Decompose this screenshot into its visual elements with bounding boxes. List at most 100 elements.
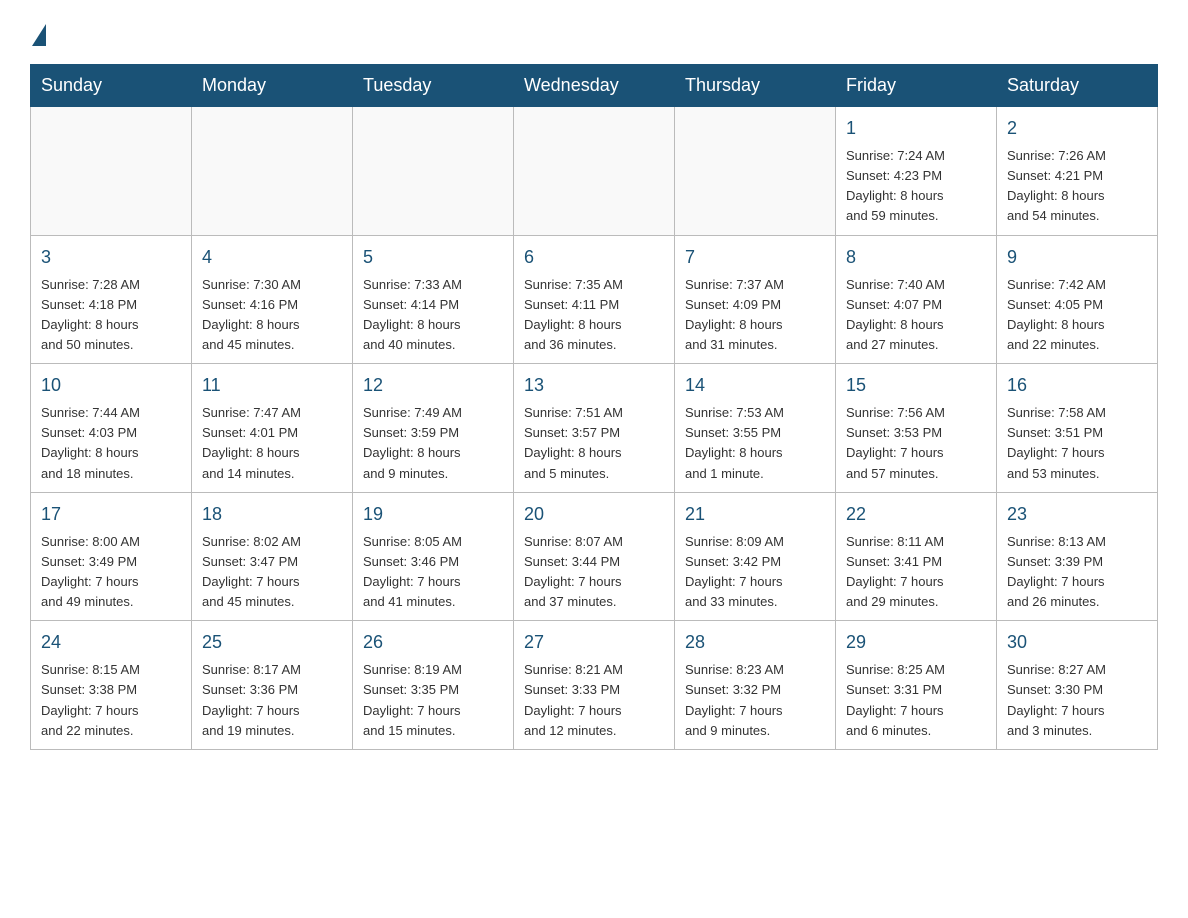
day-number: 11	[202, 372, 342, 399]
weekday-header-friday: Friday	[836, 65, 997, 107]
day-info: Sunrise: 8:15 AMSunset: 3:38 PMDaylight:…	[41, 660, 181, 741]
calendar-cell: 30 Sunrise: 8:27 AMSunset: 3:30 PMDayligh…	[997, 621, 1158, 750]
calendar-cell: 14 Sunrise: 7:53 AMSunset: 3:55 PMDayligh…	[675, 364, 836, 493]
calendar-cell: 12Sunrise: 7:49 AMSunset: 3:59 PMDayligh…	[353, 364, 514, 493]
calendar-cell: 13 Sunrise: 7:51 AMSunset: 3:57 PMDayligh…	[514, 364, 675, 493]
calendar-cell: 26Sunrise: 8:19 AMSunset: 3:35 PMDayligh…	[353, 621, 514, 750]
weekday-header-sunday: Sunday	[31, 65, 192, 107]
calendar-cell: 9Sunrise: 7:42 AMSunset: 4:05 PMDaylight…	[997, 235, 1158, 364]
day-number: 28	[685, 629, 825, 656]
day-info: Sunrise: 7:47 AMSunset: 4:01 PMDaylight:…	[202, 403, 342, 484]
day-info: Sunrise: 7:53 AMSunset: 3:55 PMDaylight:…	[685, 403, 825, 484]
calendar-week-row: 17 Sunrise: 8:00 AMSunset: 3:49 PMDayligh…	[31, 492, 1158, 621]
day-number: 4	[202, 244, 342, 271]
day-number: 19	[363, 501, 503, 528]
logo-triangle-icon	[32, 24, 46, 46]
calendar-cell: 6 Sunrise: 7:35 AMSunset: 4:11 PMDaylight…	[514, 235, 675, 364]
calendar-week-row: 10 Sunrise: 7:44 AMSunset: 4:03 PMDayligh…	[31, 364, 1158, 493]
calendar-cell: 8Sunrise: 7:40 AMSunset: 4:07 PMDaylight…	[836, 235, 997, 364]
day-info: Sunrise: 7:24 AMSunset: 4:23 PMDaylight:…	[846, 146, 986, 227]
calendar-cell: 23 Sunrise: 8:13 AMSunset: 3:39 PMDayligh…	[997, 492, 1158, 621]
calendar-cell: 25 Sunrise: 8:17 AMSunset: 3:36 PMDayligh…	[192, 621, 353, 750]
calendar-cell: 2 Sunrise: 7:26 AMSunset: 4:21 PMDaylight…	[997, 107, 1158, 236]
day-info: Sunrise: 8:17 AMSunset: 3:36 PMDaylight:…	[202, 660, 342, 741]
day-number: 8	[846, 244, 986, 271]
day-number: 25	[202, 629, 342, 656]
day-info: Sunrise: 7:56 AMSunset: 3:53 PMDaylight:…	[846, 403, 986, 484]
calendar-cell: 11 Sunrise: 7:47 AMSunset: 4:01 PMDayligh…	[192, 364, 353, 493]
day-info: Sunrise: 7:58 AMSunset: 3:51 PMDaylight:…	[1007, 403, 1147, 484]
day-info: Sunrise: 8:00 AMSunset: 3:49 PMDaylight:…	[41, 532, 181, 613]
calendar-cell: 15Sunrise: 7:56 AMSunset: 3:53 PMDayligh…	[836, 364, 997, 493]
day-number: 16	[1007, 372, 1147, 399]
day-number: 21	[685, 501, 825, 528]
day-number: 2	[1007, 115, 1147, 142]
calendar-cell: 22Sunrise: 8:11 AMSunset: 3:41 PMDayligh…	[836, 492, 997, 621]
calendar-cell: 27Sunrise: 8:21 AMSunset: 3:33 PMDayligh…	[514, 621, 675, 750]
day-number: 5	[363, 244, 503, 271]
calendar-cell: 10 Sunrise: 7:44 AMSunset: 4:03 PMDayligh…	[31, 364, 192, 493]
calendar-week-row: 1 Sunrise: 7:24 AMSunset: 4:23 PMDaylight…	[31, 107, 1158, 236]
day-number: 13	[524, 372, 664, 399]
calendar-table: SundayMondayTuesdayWednesdayThursdayFrid…	[30, 64, 1158, 750]
day-info: Sunrise: 8:07 AMSunset: 3:44 PMDaylight:…	[524, 532, 664, 613]
calendar-cell: 5 Sunrise: 7:33 AMSunset: 4:14 PMDaylight…	[353, 235, 514, 364]
day-info: Sunrise: 7:49 AMSunset: 3:59 PMDaylight:…	[363, 403, 503, 484]
day-info: Sunrise: 7:26 AMSunset: 4:21 PMDaylight:…	[1007, 146, 1147, 227]
day-number: 3	[41, 244, 181, 271]
calendar-cell: 24 Sunrise: 8:15 AMSunset: 3:38 PMDayligh…	[31, 621, 192, 750]
calendar-cell	[514, 107, 675, 236]
day-number: 6	[524, 244, 664, 271]
logo	[30, 20, 46, 46]
day-info: Sunrise: 7:33 AMSunset: 4:14 PMDaylight:…	[363, 275, 503, 356]
calendar-cell: 28 Sunrise: 8:23 AMSunset: 3:32 PMDayligh…	[675, 621, 836, 750]
calendar-cell: 21 Sunrise: 8:09 AMSunset: 3:42 PMDayligh…	[675, 492, 836, 621]
weekday-header-monday: Monday	[192, 65, 353, 107]
day-number: 29	[846, 629, 986, 656]
day-info: Sunrise: 7:35 AMSunset: 4:11 PMDaylight:…	[524, 275, 664, 356]
day-number: 20	[524, 501, 664, 528]
day-info: Sunrise: 7:30 AMSunset: 4:16 PMDaylight:…	[202, 275, 342, 356]
day-info: Sunrise: 8:02 AMSunset: 3:47 PMDaylight:…	[202, 532, 342, 613]
calendar-week-row: 24 Sunrise: 8:15 AMSunset: 3:38 PMDayligh…	[31, 621, 1158, 750]
day-info: Sunrise: 7:44 AMSunset: 4:03 PMDaylight:…	[41, 403, 181, 484]
calendar-cell: 18 Sunrise: 8:02 AMSunset: 3:47 PMDayligh…	[192, 492, 353, 621]
day-info: Sunrise: 7:51 AMSunset: 3:57 PMDaylight:…	[524, 403, 664, 484]
day-info: Sunrise: 8:23 AMSunset: 3:32 PMDaylight:…	[685, 660, 825, 741]
weekday-header-thursday: Thursday	[675, 65, 836, 107]
day-number: 18	[202, 501, 342, 528]
day-number: 30	[1007, 629, 1147, 656]
day-number: 17	[41, 501, 181, 528]
day-number: 10	[41, 372, 181, 399]
day-number: 22	[846, 501, 986, 528]
calendar-week-row: 3 Sunrise: 7:28 AMSunset: 4:18 PMDaylight…	[31, 235, 1158, 364]
calendar-cell: 1 Sunrise: 7:24 AMSunset: 4:23 PMDaylight…	[836, 107, 997, 236]
calendar-cell: 20 Sunrise: 8:07 AMSunset: 3:44 PMDayligh…	[514, 492, 675, 621]
day-number: 7	[685, 244, 825, 271]
calendar-header-row: SundayMondayTuesdayWednesdayThursdayFrid…	[31, 65, 1158, 107]
weekday-header-wednesday: Wednesday	[514, 65, 675, 107]
day-number: 24	[41, 629, 181, 656]
calendar-cell: 7 Sunrise: 7:37 AMSunset: 4:09 PMDaylight…	[675, 235, 836, 364]
calendar-cell: 4 Sunrise: 7:30 AMSunset: 4:16 PMDaylight…	[192, 235, 353, 364]
day-info: Sunrise: 8:27 AMSunset: 3:30 PMDaylight:…	[1007, 660, 1147, 741]
calendar-cell: 17 Sunrise: 8:00 AMSunset: 3:49 PMDayligh…	[31, 492, 192, 621]
day-info: Sunrise: 7:37 AMSunset: 4:09 PMDaylight:…	[685, 275, 825, 356]
calendar-cell	[31, 107, 192, 236]
day-info: Sunrise: 7:28 AMSunset: 4:18 PMDaylight:…	[41, 275, 181, 356]
header	[30, 20, 1158, 46]
day-info: Sunrise: 7:42 AMSunset: 4:05 PMDaylight:…	[1007, 275, 1147, 356]
day-info: Sunrise: 8:21 AMSunset: 3:33 PMDaylight:…	[524, 660, 664, 741]
day-info: Sunrise: 8:19 AMSunset: 3:35 PMDaylight:…	[363, 660, 503, 741]
calendar-cell: 19 Sunrise: 8:05 AMSunset: 3:46 PMDayligh…	[353, 492, 514, 621]
day-number: 1	[846, 115, 986, 142]
day-number: 23	[1007, 501, 1147, 528]
day-info: Sunrise: 8:13 AMSunset: 3:39 PMDaylight:…	[1007, 532, 1147, 613]
calendar-cell: 16 Sunrise: 7:58 AMSunset: 3:51 PMDayligh…	[997, 364, 1158, 493]
calendar-cell: 3 Sunrise: 7:28 AMSunset: 4:18 PMDaylight…	[31, 235, 192, 364]
day-number: 14	[685, 372, 825, 399]
day-info: Sunrise: 8:05 AMSunset: 3:46 PMDaylight:…	[363, 532, 503, 613]
calendar-cell	[675, 107, 836, 236]
weekday-header-saturday: Saturday	[997, 65, 1158, 107]
day-info: Sunrise: 8:09 AMSunset: 3:42 PMDaylight:…	[685, 532, 825, 613]
